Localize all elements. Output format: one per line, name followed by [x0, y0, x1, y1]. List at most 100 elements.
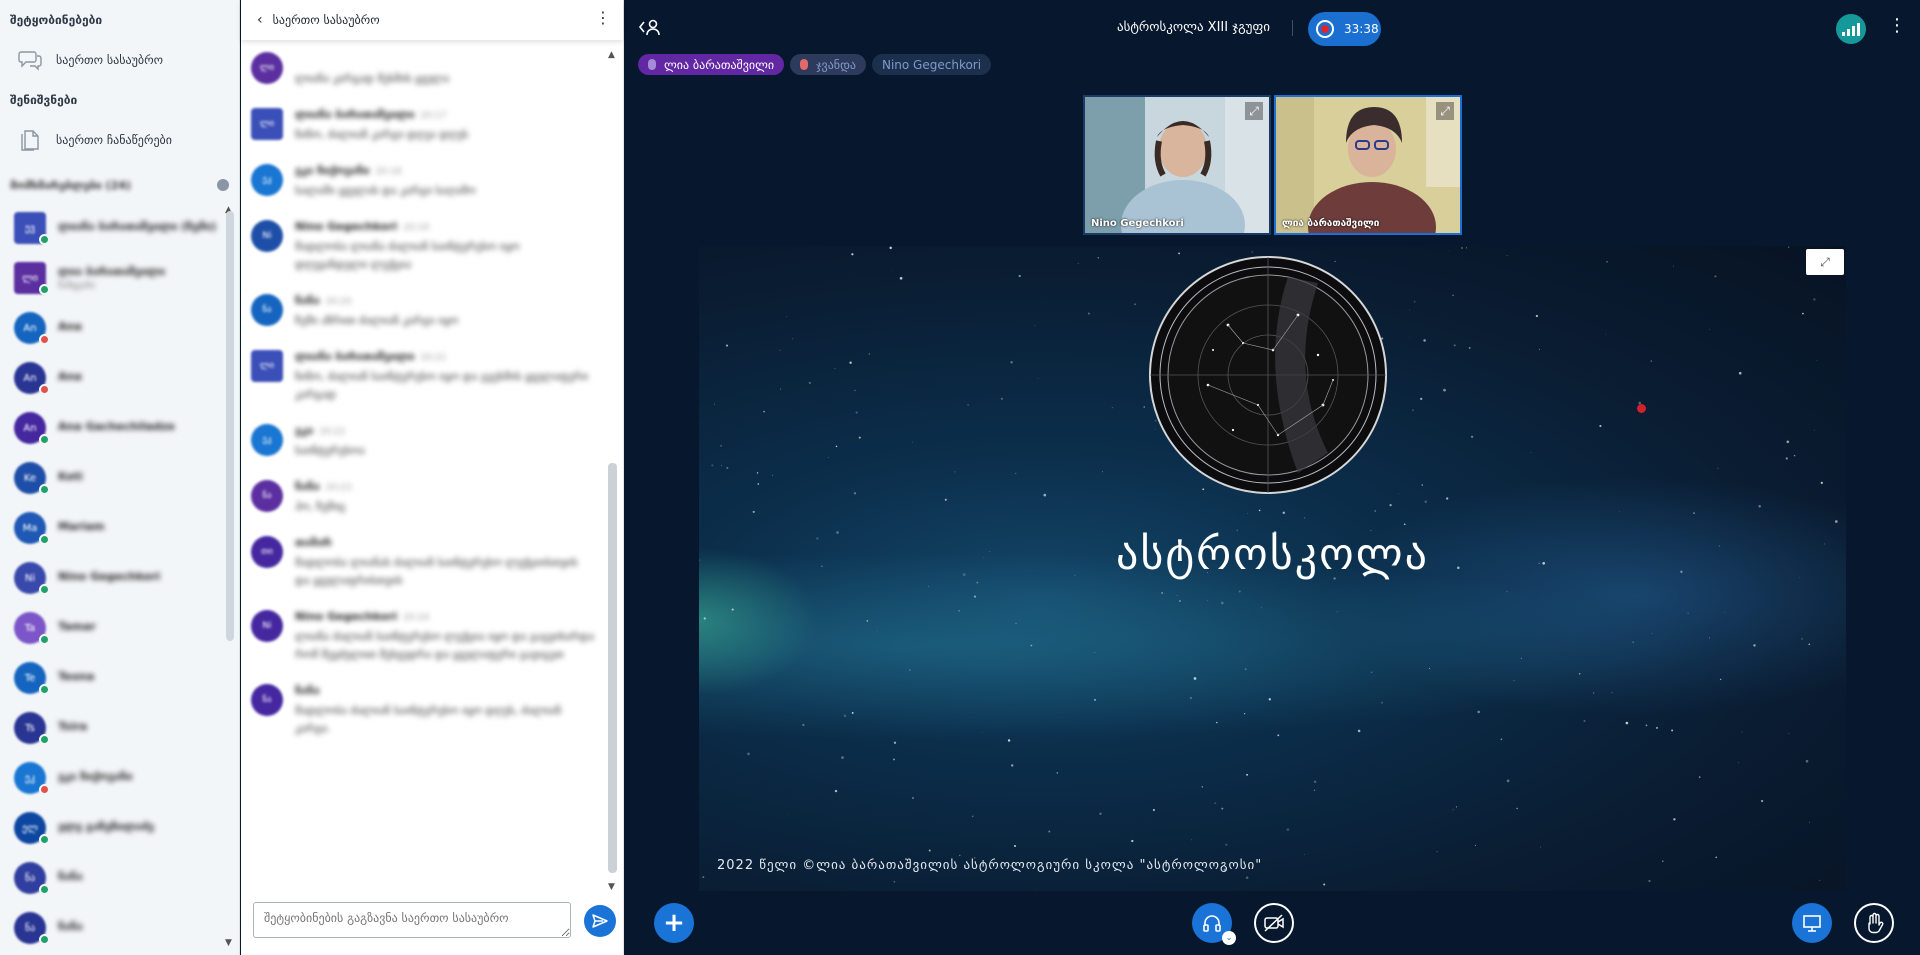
scroll-down-icon[interactable]: ▼ — [225, 938, 232, 948]
star-decoration — [1094, 652, 1096, 653]
star-decoration — [1650, 360, 1652, 362]
star-decoration — [1540, 846, 1541, 848]
star-decoration — [1834, 520, 1838, 523]
chat-title[interactable]: საერთო სასაუბრო — [273, 13, 380, 27]
fullscreen-icon[interactable]: ⤢ — [1806, 249, 1844, 275]
connection-status-button[interactable] — [1836, 14, 1866, 44]
user-list-item[interactable]: An Ana — [0, 303, 220, 353]
user-list-item[interactable]: Ts Tsira — [0, 703, 220, 753]
avatar-initials: ეკ — [262, 435, 272, 445]
avatar: Ni — [251, 610, 283, 642]
star-decoration — [1246, 513, 1248, 514]
star-decoration — [1214, 802, 1216, 804]
gear-icon[interactable] — [217, 179, 229, 191]
message-time: 20:22 — [319, 427, 346, 437]
user-list-item[interactable]: An Ana Gachechiladze — [0, 403, 220, 453]
chat-scrollbar-thumb[interactable] — [608, 463, 617, 873]
star-decoration — [899, 276, 903, 280]
share-webcam-button[interactable] — [1254, 903, 1294, 943]
avatar-initials: ნა — [262, 695, 272, 705]
message-time: 20:18 — [375, 167, 402, 177]
user-list-item[interactable]: Ma Mariam — [0, 503, 220, 553]
fullscreen-icon[interactable]: ⤢ — [1436, 102, 1454, 120]
user-list-item[interactable]: Ta Tamar — [0, 603, 220, 653]
talker-chip[interactable]: ჯვანდა — [790, 54, 866, 75]
user-list-item[interactable]: Te Teona — [0, 653, 220, 703]
star-decoration — [1452, 809, 1454, 811]
headphones-icon — [1203, 915, 1221, 932]
star-decoration — [1651, 633, 1653, 634]
chat-message: ნა ნანა 20:20 ჩემი აზრით ძალიან კარგი იყო — [241, 284, 601, 340]
shared-notes-link[interactable]: საერთო ჩანაწერები — [0, 120, 239, 160]
video-tile[interactable]: ⤢ ლია ბარათაშვილი — [1274, 95, 1462, 235]
chevron-left-icon[interactable]: ‹ — [257, 12, 263, 28]
star-decoration — [1645, 724, 1648, 727]
message-input[interactable] — [253, 902, 571, 938]
star-decoration — [1389, 503, 1392, 507]
scroll-down-icon[interactable]: ▼ — [608, 882, 615, 892]
user-list-item[interactable]: ელ ელე გაჩეჩილაძე — [0, 803, 220, 853]
presentation-slide[interactable]: ასტროსკოლა 2022 წელი ©ლია ბარათაშვილის ა… — [699, 246, 1846, 891]
user-info: ლია ბარათაშვილი წამყვანი — [58, 265, 165, 291]
send-button[interactable] — [584, 905, 616, 937]
user-list-item[interactable]: ნა ნანა — [0, 853, 220, 903]
star-decoration — [1034, 325, 1036, 327]
public-chat-panel: ‹ საერთო სასაუბრო ⋮ ლი ლიანა კარგად მესმი… — [241, 0, 624, 955]
star-decoration — [853, 492, 857, 495]
message-sender: ნანა 20:20 — [295, 294, 595, 307]
star-decoration — [1094, 698, 1096, 701]
video-tile[interactable]: ⤢ Nino Gegechkori — [1083, 95, 1271, 235]
user-info: Ana Gachechiladze — [58, 420, 175, 436]
talker-chip[interactable]: ლია ბარათაშვილი — [638, 54, 785, 75]
talker-chip[interactable]: Nino Gegechkori — [871, 54, 992, 75]
user-list-item[interactable]: ლი ლია ბარათაშვილი წამყვანი — [0, 253, 220, 303]
user-list-item[interactable]: An Ana — [0, 353, 220, 403]
avatar-initials: Ni — [24, 572, 36, 584]
star-decoration — [1087, 312, 1090, 315]
star-decoration — [1409, 309, 1411, 311]
star-decoration — [1403, 523, 1406, 526]
star-decoration — [1323, 883, 1326, 886]
star-decoration — [1056, 772, 1059, 774]
avatar-initials: ელ — [22, 822, 38, 834]
user-list-item[interactable]: ევ ლიანა ბარათაშვილი (ჩემი) — [0, 203, 220, 253]
star-decoration — [1741, 731, 1743, 733]
kebab-menu-icon[interactable]: ⋮ — [595, 10, 611, 26]
presentation-toggle-button[interactable] — [1792, 903, 1832, 943]
action-bar: + ⌄ — [624, 897, 1920, 955]
users-scrollbar-thumb[interactable] — [226, 211, 234, 641]
star-decoration — [1753, 644, 1756, 647]
star-decoration — [787, 813, 788, 815]
message-time: 20:17 — [420, 111, 447, 121]
chat-bubbles-icon — [18, 48, 42, 72]
user-list-item[interactable]: Ke Keti — [0, 453, 220, 503]
user-list-item[interactable]: ნა ნანა — [0, 903, 220, 953]
star-decoration — [1520, 657, 1522, 659]
user-list-item[interactable]: Ni Nino Gegechkori — [0, 553, 220, 603]
avatar: ლი — [251, 52, 283, 84]
options-menu-button[interactable]: ⋮ — [1888, 17, 1906, 35]
star-decoration — [1808, 821, 1811, 823]
scroll-up-icon[interactable]: ▲ — [608, 50, 615, 60]
users-scrollbar[interactable]: ▲ ▼ — [224, 205, 236, 948]
recording-indicator[interactable]: 33:38 — [1308, 12, 1381, 46]
user-list-toggle[interactable] — [638, 18, 662, 40]
leave-audio-button[interactable]: ⌄ — [1192, 903, 1236, 945]
chat-message: ლი ლიანა ბარათაშვილი 20:21 ნინო, ძალიან საი… — [241, 340, 601, 414]
public-chat-link[interactable]: საერთო სასაუბრო — [0, 40, 239, 80]
actions-button[interactable]: + — [654, 903, 694, 943]
chevron-down-icon[interactable]: ⌄ — [1222, 931, 1236, 945]
star-decoration — [1506, 779, 1510, 783]
raise-hand-button[interactable] — [1854, 903, 1894, 943]
chat-scrollbar[interactable]: ▲ ▼ — [605, 50, 619, 900]
user-status-dot — [39, 234, 50, 245]
talking-indicator: ლია ბარათაშვილი ჯვანდა Nino Gegechkori — [638, 54, 992, 75]
fullscreen-icon[interactable]: ⤢ — [1245, 102, 1263, 120]
avatar: ლი — [251, 350, 283, 382]
star-decoration — [1161, 592, 1163, 594]
user-status-dot — [39, 684, 50, 695]
user-status-dot — [39, 634, 50, 645]
message-time: 20:24 — [403, 613, 430, 623]
user-status-dot — [39, 284, 50, 295]
user-list-item[interactable]: ეკ ეკა ჩიქოვანი — [0, 753, 220, 803]
